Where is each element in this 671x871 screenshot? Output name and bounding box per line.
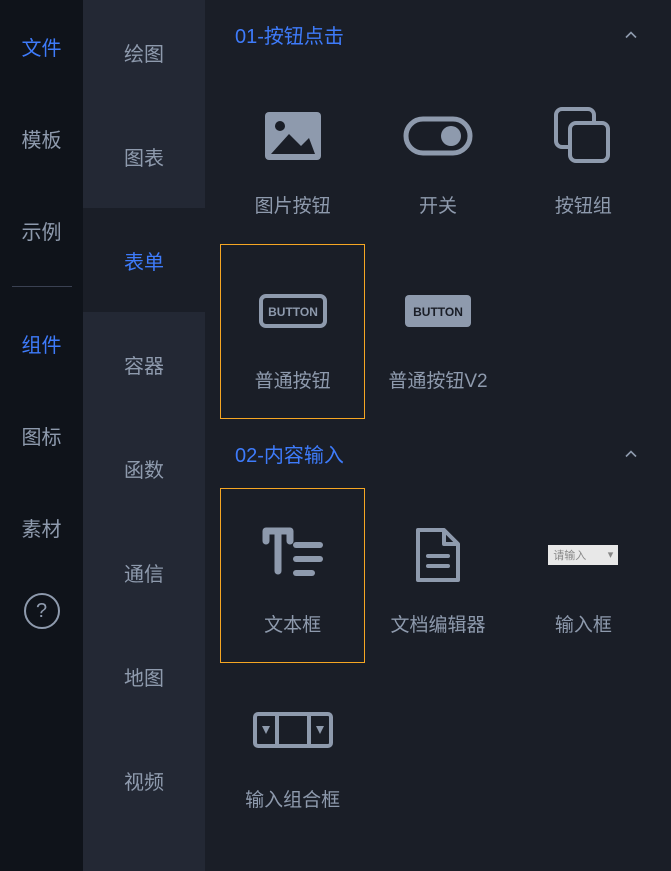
svg-text:BUTTON: BUTTON [413, 305, 463, 319]
secondary-nav-chart[interactable]: 图表 [83, 104, 205, 208]
component-label: 输入组合框 [245, 785, 340, 812]
component-doc-editor[interactable]: 文档编辑器 [365, 488, 510, 663]
input-field-icon: 请输入 ▾ [548, 515, 618, 595]
component-label: 文本框 [264, 610, 321, 637]
component-label: 图片按钮 [255, 191, 331, 218]
primary-nav-file[interactable]: 文件 [0, 0, 83, 92]
component-label: 开关 [419, 191, 457, 218]
primary-nav-template[interactable]: 模板 [0, 92, 83, 184]
component-button-group[interactable]: 按钮组 [511, 69, 656, 244]
secondary-nav-comm[interactable]: 通信 [83, 520, 205, 624]
component-normal-button[interactable]: BUTTON 普通按钮 [220, 244, 365, 419]
section-header-1[interactable]: 01-按钮点击 [220, 0, 656, 69]
component-switch[interactable]: 开关 [365, 69, 510, 244]
component-label: 普通按钮V2 [388, 366, 487, 393]
component-normal-button-v2[interactable]: BUTTON 普通按钮V2 [365, 244, 510, 419]
button-group-icon [554, 96, 612, 176]
secondary-nav-map[interactable]: 地图 [83, 624, 205, 728]
secondary-nav-function[interactable]: 函数 [83, 416, 205, 520]
section-title: 02-内容输入 [235, 439, 344, 468]
component-textbox[interactable]: 文本框 [220, 488, 365, 663]
button-solid-icon: BUTTON [405, 271, 471, 351]
component-grid-1: 图片按钮 开关 按钮组 [220, 69, 656, 419]
toggle-icon [403, 96, 473, 176]
primary-sidebar: 文件 模板 示例 组件 图标 素材 ? [0, 0, 83, 871]
secondary-nav-form[interactable]: 表单 [83, 208, 205, 312]
button-outline-icon: BUTTON [258, 271, 328, 351]
component-image-button[interactable]: 图片按钮 [220, 69, 365, 244]
input-placeholder-text: 请输入 [553, 547, 586, 563]
main-content: 01-按钮点击 图片按钮 开关 [205, 0, 671, 871]
help-icon[interactable]: ? [24, 593, 60, 629]
secondary-sidebar: 绘图 图表 表单 容器 函数 通信 地图 视频 [83, 0, 205, 871]
svg-text:BUTTON: BUTTON [268, 305, 318, 319]
image-icon [263, 96, 323, 176]
component-label: 普通按钮 [255, 366, 331, 393]
section-header-2[interactable]: 02-内容输入 [220, 419, 656, 488]
primary-nav-component[interactable]: 组件 [0, 297, 83, 389]
text-box-icon [262, 515, 324, 595]
secondary-nav-draw[interactable]: 绘图 [83, 0, 205, 104]
component-label: 输入框 [555, 610, 612, 637]
primary-nav-asset[interactable]: 素材 [0, 481, 83, 573]
component-label: 按钮组 [555, 191, 612, 218]
component-input-combo[interactable]: 输入组合框 [220, 663, 365, 838]
component-label: 文档编辑器 [390, 610, 485, 637]
secondary-nav-video[interactable]: 视频 [83, 728, 205, 832]
component-input[interactable]: 请输入 ▾ 输入框 [511, 488, 656, 663]
secondary-nav-container[interactable]: 容器 [83, 312, 205, 416]
document-icon [414, 515, 462, 595]
chevron-up-icon [621, 25, 641, 45]
input-combo-icon [253, 690, 333, 770]
primary-nav-icon[interactable]: 图标 [0, 389, 83, 481]
component-grid-2: 文本框 文档编辑器 请输入 ▾ 输入框 [220, 488, 656, 838]
chevron-up-icon [621, 444, 641, 464]
primary-nav-example[interactable]: 示例 [0, 184, 83, 276]
divider [12, 286, 72, 287]
section-title: 01-按钮点击 [235, 20, 344, 49]
